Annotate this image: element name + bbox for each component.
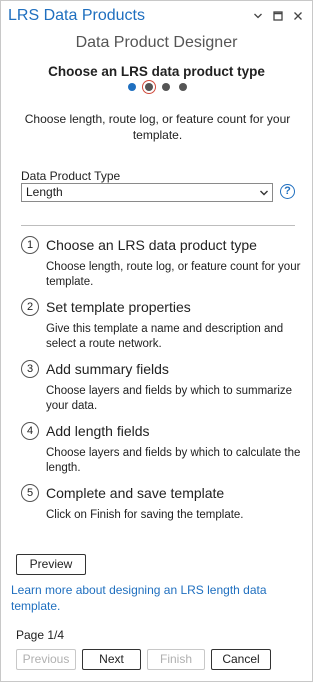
step-desc: Give this template a name and descriptio… — [46, 323, 284, 350]
progress-dot-4[interactable] — [179, 83, 187, 91]
step-number: 4 — [21, 422, 39, 440]
step-desc: Choose layers and fields by which to cal… — [46, 447, 301, 474]
step-title: Set template properties — [46, 299, 191, 315]
help-icon[interactable]: ? — [280, 184, 295, 199]
preview-button[interactable]: Preview — [16, 554, 86, 575]
previous-button[interactable]: Previous — [16, 649, 76, 670]
product-type-label: Data Product Type — [21, 169, 121, 183]
step-item: 5 Complete and save template Click on Fi… — [21, 484, 306, 546]
product-type-select[interactable]: Length — [21, 183, 273, 202]
progress-dot-1[interactable] — [128, 83, 136, 91]
maximize-icon[interactable] — [270, 8, 286, 24]
step-item: 3 Add summary fields Choose layers and f… — [21, 360, 306, 422]
step-title: Choose an LRS data product type — [46, 237, 257, 253]
step-number: 5 — [21, 484, 39, 502]
designer-title: Data Product Designer — [75, 34, 238, 51]
steps-list: 1 Choose an LRS data product type Choose… — [21, 236, 306, 546]
progress-dot-3[interactable] — [162, 83, 170, 91]
step-number: 1 — [21, 236, 39, 254]
step-description: Choose length, route log, or feature cou… — [24, 112, 291, 142]
step-item: 4 Add length fields Choose layers and fi… — [21, 422, 306, 484]
progress-dot-2[interactable] — [145, 83, 153, 91]
step-title: Add length fields — [46, 423, 150, 439]
title-bar: LRS Data Products — [1, 1, 312, 31]
next-button[interactable]: Next — [82, 649, 141, 670]
finish-button[interactable]: Finish — [147, 649, 205, 670]
divider — [21, 225, 295, 226]
step-number: 3 — [21, 360, 39, 378]
close-icon[interactable] — [290, 8, 306, 24]
app-title: LRS Data Products — [8, 7, 145, 24]
step-item: 2 Set template properties Give this temp… — [21, 298, 306, 360]
step-desc: Click on Finish for saving the template. — [46, 509, 244, 521]
step-desc: Choose layers and fields by which to sum… — [46, 385, 293, 412]
step-desc: Choose length, route log, or feature cou… — [46, 261, 301, 288]
page-indicator: Page 1/4 — [16, 628, 65, 642]
learn-more-link[interactable]: Learn more about designing an LRS length… — [11, 582, 301, 614]
step-title: Complete and save template — [46, 485, 225, 501]
product-type-value: Length — [26, 185, 63, 199]
step-progress-dots — [128, 83, 187, 91]
step-number: 2 — [21, 298, 39, 316]
step-title: Add summary fields — [46, 361, 169, 377]
step-heading: Choose an LRS data product type — [48, 64, 265, 79]
designer-pane: LRS Data Products Data Product Designer … — [0, 0, 313, 682]
cancel-button[interactable]: Cancel — [211, 649, 271, 670]
chevron-down-icon[interactable] — [250, 8, 266, 24]
step-item: 1 Choose an LRS data product type Choose… — [21, 236, 306, 298]
window-controls — [250, 8, 306, 24]
chevron-down-icon — [259, 184, 269, 207]
